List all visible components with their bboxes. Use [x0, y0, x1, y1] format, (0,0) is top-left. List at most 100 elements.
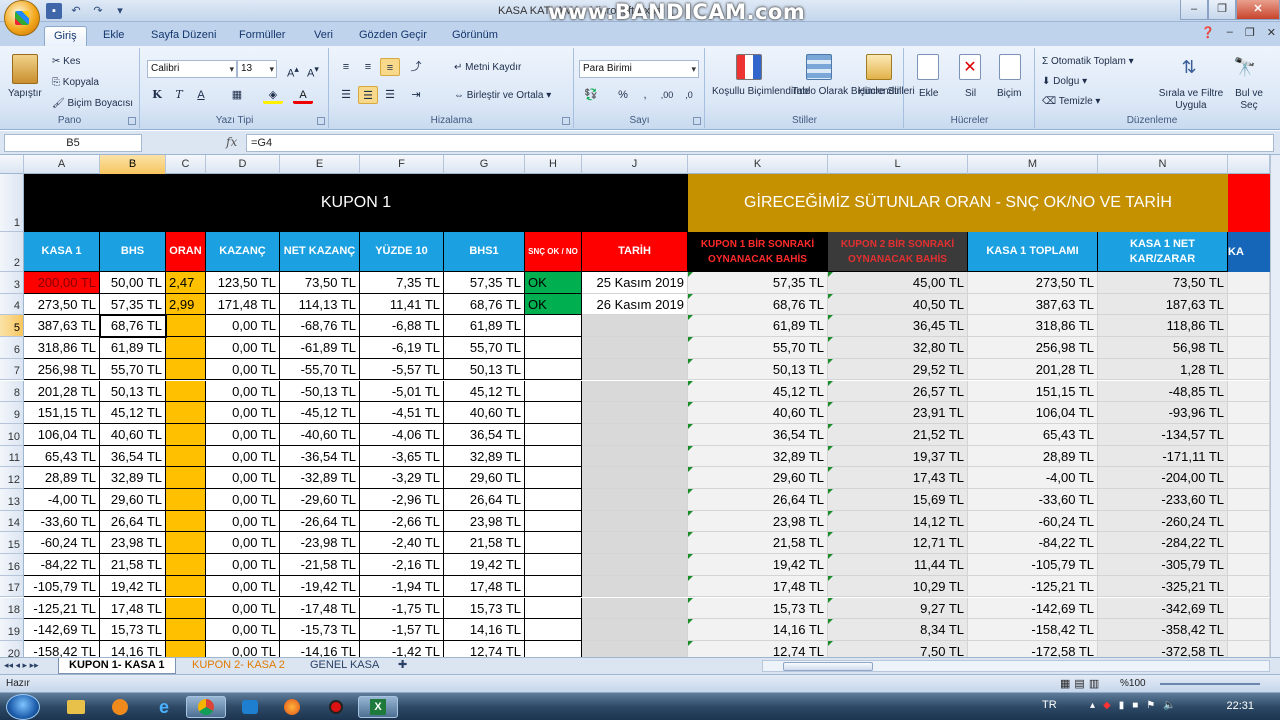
- cell-a17[interactable]: -105,79 TL: [24, 575, 100, 598]
- copy-button[interactable]: ⎘ Kopyala: [52, 77, 99, 88]
- cell-k6[interactable]: 55,70 TL: [688, 337, 828, 359]
- cell-d13[interactable]: 0,00 TL: [206, 489, 280, 511]
- cell-k8[interactable]: 45,12 TL: [688, 380, 828, 403]
- network-icon[interactable]: ▮: [1119, 700, 1125, 711]
- page-layout-icon[interactable]: ▤: [1074, 677, 1084, 690]
- cell-k12[interactable]: 29,60 TL: [688, 467, 828, 489]
- cell-n9[interactable]: -93,96 TL: [1098, 402, 1228, 424]
- insert-cells-icon[interactable]: [917, 54, 939, 80]
- cell-l9[interactable]: 23,91 TL: [828, 402, 968, 424]
- row-header-13[interactable]: 13: [0, 489, 24, 511]
- cell-a11[interactable]: 65,43 TL: [24, 445, 100, 468]
- cell-c6[interactable]: [166, 337, 206, 359]
- grow-font-icon[interactable]: A▴: [283, 60, 303, 80]
- row-header-20[interactable]: 20: [0, 640, 24, 657]
- cell-g10[interactable]: 36,54 TL: [444, 423, 525, 446]
- cell-h7[interactable]: [525, 358, 582, 381]
- cell-d12[interactable]: 0,00 TL: [206, 467, 280, 489]
- cell-a13[interactable]: -4,00 TL: [24, 489, 100, 511]
- cell-n7[interactable]: 1,28 TL: [1098, 358, 1228, 381]
- row-header-16[interactable]: 16: [0, 554, 24, 576]
- cell-d14[interactable]: 0,00 TL: [206, 510, 280, 533]
- cell-g18[interactable]: 15,73 TL: [444, 597, 525, 620]
- cell-l11[interactable]: 19,37 TL: [828, 445, 968, 468]
- align-left-icon[interactable]: ☰: [336, 86, 356, 104]
- cell-h19[interactable]: [525, 619, 582, 641]
- cell-d5[interactable]: 0,00 TL: [206, 315, 280, 338]
- row-header-14[interactable]: 14: [0, 510, 24, 533]
- cell-k11[interactable]: 32,89 TL: [688, 445, 828, 468]
- cell-e15[interactable]: -23,98 TL: [280, 532, 360, 555]
- cell-o15[interactable]: [1228, 532, 1270, 555]
- restore-button[interactable]: ❐: [1208, 0, 1236, 20]
- cell-m11[interactable]: 28,89 TL: [968, 445, 1098, 468]
- cell-k13[interactable]: 26,64 TL: [688, 489, 828, 511]
- cell-h17[interactable]: [525, 575, 582, 598]
- cell-b3[interactable]: 50,00 TL: [100, 272, 166, 294]
- cell-d3[interactable]: 123,50 TL: [206, 272, 280, 294]
- cell-m15[interactable]: -84,22 TL: [968, 532, 1098, 555]
- cell-c14[interactable]: [166, 510, 206, 533]
- cell-a14[interactable]: -33,60 TL: [24, 510, 100, 533]
- hscroll-thumb[interactable]: [783, 662, 873, 671]
- cell-d15[interactable]: 0,00 TL: [206, 532, 280, 555]
- cell-m5[interactable]: 318,86 TL: [968, 315, 1098, 338]
- cell-d9[interactable]: 0,00 TL: [206, 402, 280, 424]
- cell-n5[interactable]: 118,86 TL: [1098, 315, 1228, 338]
- formula-input[interactable]: =G4: [246, 134, 1274, 152]
- paste-button[interactable]: Yapıştır: [8, 88, 42, 99]
- tab-ekle[interactable]: Ekle: [94, 26, 133, 46]
- cell-f19[interactable]: -1,57 TL: [360, 619, 444, 641]
- cell-o19[interactable]: [1228, 619, 1270, 641]
- tab-gorunum[interactable]: Görünüm: [443, 26, 507, 46]
- delete-cells-button[interactable]: Sil: [965, 88, 976, 99]
- column-header-n[interactable]: N: [1098, 155, 1228, 174]
- cell-a18[interactable]: -125,21 TL: [24, 597, 100, 620]
- cell-c9[interactable]: [166, 402, 206, 424]
- cell-o7[interactable]: [1228, 358, 1270, 381]
- cell-g13[interactable]: 26,64 TL: [444, 489, 525, 511]
- cell-j16[interactable]: [582, 554, 688, 576]
- acrobat-icon[interactable]: ◆: [1103, 700, 1111, 711]
- cell-j10[interactable]: [582, 423, 688, 446]
- cell-l16[interactable]: 11,44 TL: [828, 554, 968, 576]
- cell-g19[interactable]: 14,16 TL: [444, 619, 525, 641]
- cell-a8[interactable]: 201,28 TL: [24, 380, 100, 403]
- column-header-c[interactable]: C: [166, 155, 206, 174]
- cell-j11[interactable]: [582, 445, 688, 468]
- cell-a16[interactable]: -84,22 TL: [24, 554, 100, 576]
- cell-e8[interactable]: -50,13 TL: [280, 380, 360, 403]
- cell-n20[interactable]: -372,58 TL: [1098, 640, 1228, 657]
- cell-e5[interactable]: -68,76 TL: [280, 315, 360, 338]
- cell-f10[interactable]: -4,06 TL: [360, 423, 444, 446]
- cell-f9[interactable]: -4,51 TL: [360, 402, 444, 424]
- wrap-text-button[interactable]: ↵ Metni Kaydır: [454, 62, 521, 73]
- cell-o6[interactable]: [1228, 337, 1270, 359]
- column-header-g[interactable]: G: [444, 155, 525, 174]
- cell-h4[interactable]: OK: [525, 293, 582, 316]
- cell-m16[interactable]: -105,79 TL: [968, 554, 1098, 576]
- cell-k14[interactable]: 23,98 TL: [688, 510, 828, 533]
- cell-n8[interactable]: -48,85 TL: [1098, 380, 1228, 403]
- chrome-icon[interactable]: [186, 696, 226, 718]
- column-header-j[interactable]: J: [582, 155, 688, 174]
- row-header-19[interactable]: 19: [0, 619, 24, 641]
- cell-o13[interactable]: [1228, 489, 1270, 511]
- sort-filter-button[interactable]: Sırala ve Filtre Uygula: [1156, 88, 1226, 112]
- cell-h12[interactable]: [525, 467, 582, 489]
- select-all-corner[interactable]: [0, 155, 24, 174]
- cell-l3[interactable]: 45,00 TL: [828, 272, 968, 294]
- page-break-icon[interactable]: ▥: [1089, 677, 1099, 690]
- cell-h3[interactable]: OK: [525, 272, 582, 294]
- sheet-tab-kupon1[interactable]: KUPON 1- KASA 1: [58, 658, 176, 674]
- cell-a9[interactable]: 151,15 TL: [24, 402, 100, 424]
- cell-j7[interactable]: [582, 358, 688, 381]
- cell-j13[interactable]: [582, 489, 688, 511]
- cell-b4[interactable]: 57,35 TL: [100, 293, 166, 316]
- cell-l12[interactable]: 17,43 TL: [828, 467, 968, 489]
- cell-o3[interactable]: [1228, 272, 1270, 294]
- ie-icon[interactable]: e: [144, 696, 184, 718]
- cell-n3[interactable]: 73,50 TL: [1098, 272, 1228, 294]
- tab-formuller[interactable]: Formüller: [230, 26, 294, 46]
- cell-k5[interactable]: 61,89 TL: [688, 315, 828, 338]
